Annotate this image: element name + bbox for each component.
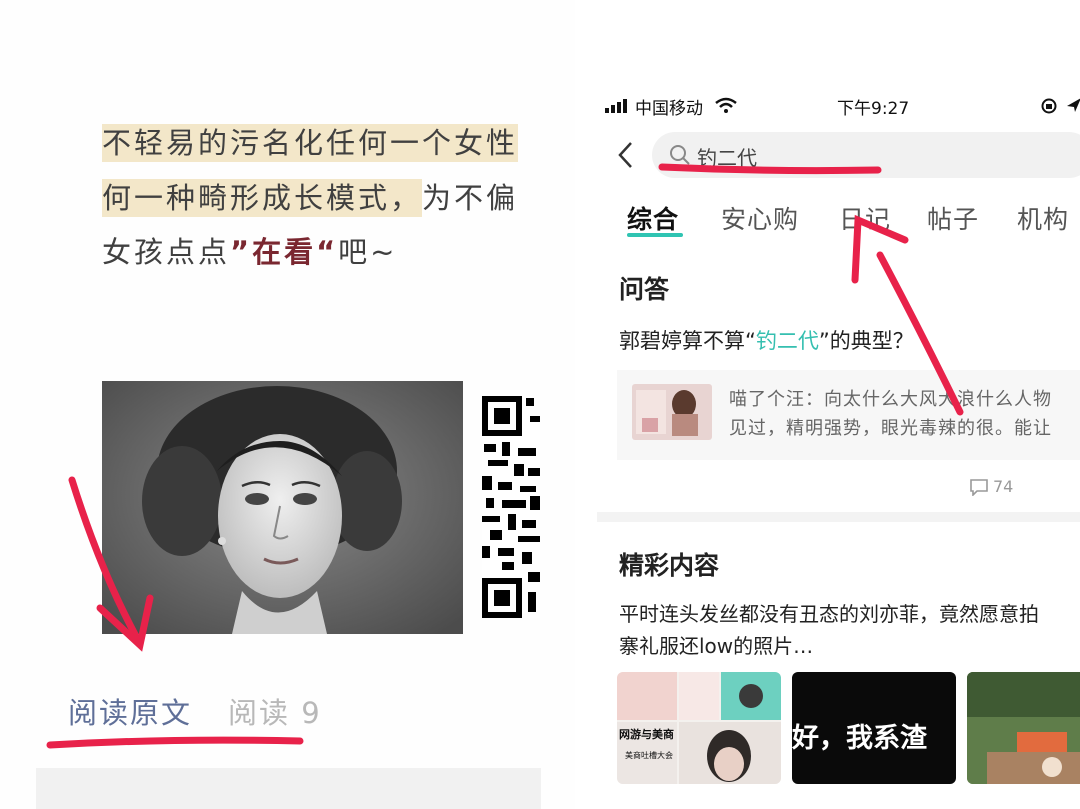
portrait-illustration [102, 381, 463, 634]
comment-icon [970, 479, 988, 496]
tab-riji[interactable]: 日记 [839, 200, 891, 236]
qa-question-keyword: 钓二代 [755, 329, 819, 353]
featured-thumb-2[interactable]: 好，我系渣 [792, 672, 956, 784]
answer-preview-card[interactable]: 喵了个汪：向太什么大风大浪什么人物 见过，精明强势，眼光毒辣的很。能让 [617, 370, 1080, 460]
answer-thumbnail [632, 384, 712, 440]
paragraph-line-3-head: 女孩点点 [102, 235, 231, 269]
paragraph-line-3: 女孩点点”在看“吧~ [102, 229, 397, 271]
orientation-lock-icon [1041, 98, 1057, 114]
tab-anxingou[interactable]: 安心购 [721, 200, 799, 236]
search-results-screen: 中国移动 下午9:27 钓二代 综合 安心购 日记 帖子 机构 问答 郭碧婷算不… [597, 0, 1080, 809]
paragraph-line-3-tail: 吧~ [338, 235, 398, 269]
featured-thumb-1[interactable]: 网游与美商 美商吐槽大会 [617, 672, 781, 784]
read-original-link[interactable]: 阅读原文 [68, 690, 192, 732]
qa-question[interactable]: 郭碧婷算不算“钓二代”的典型？ [619, 325, 914, 355]
answer-line-2: 见过，精明强势，眼光毒辣的很。能让 [729, 418, 1052, 439]
tab-zonghe[interactable]: 综合 [627, 200, 679, 236]
qr-code-graphic [482, 396, 540, 618]
search-icon [670, 145, 690, 165]
thumb-3-photo [967, 672, 1080, 784]
paragraph-line-1: 不轻易的污名化任何一个女性 [102, 120, 519, 162]
comment-count: 74 [993, 477, 1014, 496]
paragraph-line-2-tail: 为不偏 [422, 181, 519, 215]
clock-label: 下午9:27 [837, 99, 910, 119]
zai-kan-quote: ”在看“ [230, 235, 339, 269]
featured-line-2[interactable]: 寨礼服还low的照片… [619, 630, 813, 659]
thumb-1-subcaption: 美商吐槽大会 [625, 751, 673, 760]
qr-code [482, 396, 540, 618]
active-tab-indicator [627, 233, 683, 237]
footer-bar [36, 768, 541, 809]
tab-jigou[interactable]: 机构 [1017, 200, 1069, 236]
portrait-image [102, 381, 463, 634]
read-count: 阅读 9 [228, 696, 322, 730]
featured-thumb-3[interactable] [967, 672, 1080, 784]
location-icon [1067, 98, 1080, 112]
tab-tiezi[interactable]: 帖子 [927, 200, 979, 236]
thumb-1-caption: 网游与美商 [619, 728, 674, 741]
section-divider [597, 512, 1080, 522]
article-panel: 不轻易的污名化任何一个女性 何一种畸形成长模式，为不偏 女孩点点”在看“吧~ 阅… [0, 0, 575, 809]
qa-section-title: 问答 [619, 275, 670, 304]
signal-icon [605, 99, 627, 113]
carrier-label: 中国移动 [635, 99, 703, 119]
wifi-icon [715, 97, 737, 113]
qa-question-head: 郭碧婷算不算“ [619, 329, 756, 353]
answer-line-1: 喵了个汪：向太什么大风大浪什么人物 [729, 389, 1052, 410]
paragraph-line-2: 何一种畸形成长模式，为不偏 [102, 175, 518, 217]
highlight-text-1: 不轻易的污名化任何一个女性 [102, 124, 519, 162]
thumb-2-caption: 好，我系渣 [792, 723, 927, 754]
highlight-text-2: 何一种畸形成长模式， [102, 179, 423, 217]
search-query-text[interactable]: 钓二代 [697, 142, 757, 171]
featured-line-1[interactable]: 平时连头发丝都没有丑态的刘亦菲，竟然愿意拍 [619, 598, 1039, 627]
featured-section-title: 精彩内容 [619, 551, 720, 580]
qa-question-tail: ”的典型？ [818, 329, 914, 353]
back-arrow-icon[interactable] [617, 141, 635, 169]
